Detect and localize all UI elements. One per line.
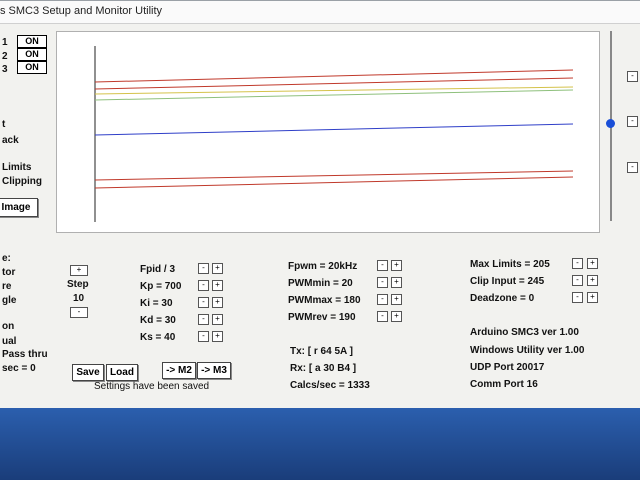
left-label-pass-thru: Pass thru — [2, 349, 48, 360]
left-label-e: e: — [2, 253, 11, 264]
clip-input-plus[interactable]: + — [587, 275, 598, 286]
pid-kd-label: Kd = 30 — [140, 315, 176, 326]
pid-kd-plus[interactable]: + — [212, 314, 223, 325]
pid-ki-label: Ki = 30 — [140, 298, 173, 309]
desktop-background — [0, 408, 640, 480]
pid-kd-minus[interactable]: - — [198, 314, 209, 325]
pid-ks-plus[interactable]: + — [212, 331, 223, 342]
motor-2-number: 2 — [2, 51, 8, 62]
pwm-fpwm-plus[interactable]: + — [391, 260, 402, 271]
trace-yellow — [94, 86, 574, 95]
pwm-rev-minus[interactable]: - — [377, 311, 388, 322]
trace-blue — [94, 123, 574, 136]
trace-green — [94, 89, 574, 101]
tx-readout: Tx: [ r 64 5A ] — [290, 346, 353, 357]
step-minus-button[interactable]: - — [70, 307, 88, 318]
clip-input-label: Clip Input = 245 — [470, 276, 545, 287]
motor-1-number: 1 — [2, 37, 8, 48]
deadzone-label: Deadzone = 0 — [470, 293, 535, 304]
save-button[interactable]: Save — [72, 364, 104, 381]
pwm-rev-label: PWMrev = 190 — [288, 312, 356, 323]
pid-fpid-plus[interactable]: + — [212, 263, 223, 274]
clip-input-minus[interactable]: - — [572, 275, 583, 286]
load-button[interactable]: Load — [106, 364, 138, 381]
right-minus-button-1[interactable]: - — [627, 71, 638, 82]
step-plus-button[interactable]: + — [70, 265, 88, 276]
image-button[interactable]: Image — [0, 198, 38, 217]
trace-red-1 — [94, 69, 574, 83]
pwm-fpwm-minus[interactable]: - — [377, 260, 388, 271]
motor-1-on-button[interactable]: ON — [17, 35, 47, 48]
right-minus-button-3[interactable]: - — [627, 162, 638, 173]
pid-fpid-minus[interactable]: - — [198, 263, 209, 274]
max-limits-label: Max Limits = 205 — [470, 259, 550, 270]
left-label-re: re — [2, 281, 12, 292]
max-limits-minus[interactable]: - — [572, 258, 583, 269]
motor-plot — [56, 31, 600, 233]
comm-port: Comm Port 16 — [470, 379, 538, 390]
right-minus-button-2[interactable]: - — [627, 116, 638, 127]
trace-red-2 — [94, 77, 574, 90]
pid-ks-minus[interactable]: - — [198, 331, 209, 342]
max-limits-plus[interactable]: + — [587, 258, 598, 269]
rx-readout: Rx: [ a 30 B4 ] — [290, 363, 357, 374]
left-label-limits[interactable]: Limits — [2, 162, 31, 173]
deadzone-minus[interactable]: - — [572, 292, 583, 303]
step-value: 10 — [73, 293, 85, 304]
pid-fpid-label: Fpid / 3 — [140, 264, 175, 275]
motor-3-number: 3 — [2, 64, 8, 75]
pwm-max-label: PWMmax = 180 — [288, 295, 361, 306]
pid-ki-plus[interactable]: + — [212, 297, 223, 308]
pwm-min-label: PWMmin = 20 — [288, 278, 353, 289]
left-label-on: on — [2, 321, 15, 332]
pwm-fpwm-label: Fpwm = 20kHz — [288, 261, 358, 272]
pid-kp-minus[interactable]: - — [198, 280, 209, 291]
left-label-clipping[interactable]: Clipping — [2, 176, 42, 187]
pwm-max-plus[interactable]: + — [391, 294, 402, 305]
calcs-readout: Calcs/sec = 1333 — [290, 380, 370, 391]
left-label-t: t — [2, 119, 6, 130]
deadzone-plus[interactable]: + — [587, 292, 598, 303]
window-title: s SMC3 Setup and Monitor Utility — [0, 5, 163, 17]
title-bar: s SMC3 Setup and Monitor Utility — [0, 1, 640, 24]
pwm-min-minus[interactable]: - — [377, 277, 388, 288]
pwm-max-minus[interactable]: - — [377, 294, 388, 305]
motor-3-on-button[interactable]: ON — [17, 61, 47, 74]
step-label: Step — [67, 279, 89, 290]
plot-canvas — [94, 46, 574, 222]
left-label-gle: gle — [2, 295, 17, 306]
left-label-ual: ual — [2, 336, 17, 347]
pwm-rev-plus[interactable]: + — [391, 311, 402, 322]
left-label-sec: sec = 0 — [2, 363, 36, 374]
left-label-back: ack — [2, 135, 19, 146]
vertical-slider-knob[interactable] — [606, 119, 615, 128]
arduino-version: Arduino SMC3 ver 1.00 — [470, 327, 579, 338]
pid-kp-plus[interactable]: + — [212, 280, 223, 291]
app-window: s SMC3 Setup and Monitor Utility 1 ON 2 … — [0, 0, 640, 409]
left-label-tor: tor — [2, 267, 16, 278]
windows-version: Windows Utility ver 1.00 — [470, 345, 585, 356]
motor-2-on-button[interactable]: ON — [17, 48, 47, 61]
pid-kp-label: Kp = 700 — [140, 281, 182, 292]
status-message: Settings have been saved — [94, 381, 210, 392]
pid-ki-minus[interactable]: - — [198, 297, 209, 308]
udp-port: UDP Port 20017 — [470, 362, 545, 373]
copy-to-m3-button[interactable]: -> M3 — [197, 362, 231, 379]
copy-to-m2-button[interactable]: -> M2 — [162, 362, 196, 379]
pwm-min-plus[interactable]: + — [391, 277, 402, 288]
pid-ks-label: Ks = 40 — [140, 332, 176, 343]
